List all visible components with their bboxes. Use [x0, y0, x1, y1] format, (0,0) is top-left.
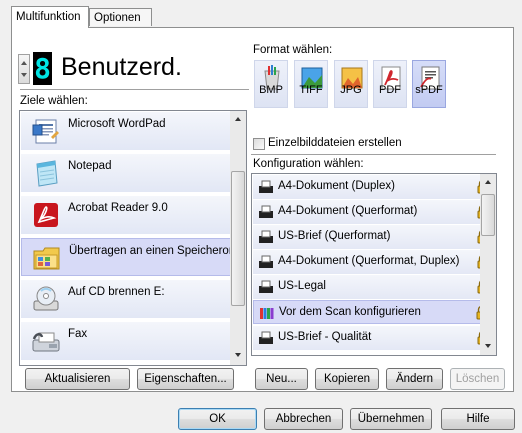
destination-label-text: Notepad	[68, 160, 112, 172]
format-label-text: TIFF	[299, 84, 323, 96]
scroll-thumb[interactable]	[231, 171, 245, 306]
destination-label-text: Auf CD brennen E:	[68, 286, 165, 298]
configuration-item[interactable]: A4-Dokument (Querformat)	[253, 200, 494, 224]
destination-label-text: Microsoft WordPad	[68, 118, 166, 130]
destination-item-selected[interactable]: Übertragen an einen Speicherort	[21, 238, 246, 276]
properties-button[interactable]: Eigenschaften...	[137, 368, 234, 390]
configuration-item-label: US-Brief - Qualität	[278, 331, 372, 343]
refresh-button[interactable]: Aktualisieren	[25, 368, 130, 390]
folder-icon	[33, 247, 60, 270]
destination-scrollbar[interactable]	[230, 111, 246, 365]
divider	[251, 154, 496, 155]
scroll-down-icon[interactable]	[235, 353, 241, 357]
scanner-icon	[259, 205, 273, 218]
copy-button[interactable]: Kopieren	[315, 368, 379, 390]
scanner-icon	[259, 180, 273, 193]
scanner-icon	[259, 280, 273, 293]
destination-label-text: Übertragen an einen Speicherort	[69, 245, 236, 257]
format-label-text: BMP	[259, 84, 283, 96]
divider	[20, 89, 249, 90]
profile-name: Benutzerd.	[61, 53, 182, 81]
new-button[interactable]: Neu...	[255, 368, 308, 390]
configuration-item-label: US-Legal	[278, 280, 326, 292]
cd-burn-icon	[33, 286, 59, 311]
destination-item[interactable]: Auf CD brennen E:	[21, 280, 246, 318]
configuration-label: Konfiguration wählen:	[253, 158, 364, 170]
configuration-item[interactable]: A4-Dokument (Querformat, Duplex)	[253, 250, 494, 274]
button-number-display: 8	[33, 52, 52, 85]
spin-down-icon[interactable]	[21, 73, 27, 77]
destination-list[interactable]: Microsoft WordPad Notepad Acrobat Reader…	[19, 110, 247, 366]
destination-label: Ziele wählen:	[20, 95, 88, 107]
single-files-checkbox[interactable]	[253, 138, 265, 150]
configuration-list[interactable]: A4-Dokument (Duplex) A4-Dokument (Querfo…	[251, 173, 497, 356]
format-label: Format wählen:	[253, 44, 333, 56]
configuration-item-selected[interactable]: Vor dem Scan konfigurieren	[253, 300, 494, 324]
scanner-icon	[259, 331, 273, 344]
configuration-item-label: Vor dem Scan konfigurieren	[279, 306, 421, 318]
tab-multifunktion[interactable]: Multifunktion	[11, 6, 89, 28]
delete-button[interactable]: Löschen	[450, 368, 505, 390]
scanner-icon	[259, 255, 273, 268]
color-settings-icon	[260, 308, 274, 319]
configuration-item-label: A4-Dokument (Querformat)	[278, 205, 418, 217]
apply-button[interactable]: Übernehmen	[350, 408, 432, 430]
configuration-item-label: US-Brief (Querformat)	[278, 230, 391, 242]
ok-button[interactable]: OK	[178, 408, 257, 430]
destination-item[interactable]: Microsoft WordPad	[21, 112, 246, 150]
profile-spinner[interactable]	[18, 54, 30, 84]
fax-icon	[32, 332, 60, 352]
configuration-item[interactable]: US-Brief - Qualität	[253, 326, 494, 350]
destination-item[interactable]: Fax	[21, 322, 246, 360]
spin-up-icon[interactable]	[21, 61, 27, 65]
destination-label-text: Fax	[68, 328, 88, 340]
notepad-icon	[36, 160, 58, 187]
format-label-text: PDF	[379, 84, 401, 96]
configuration-item-label: A4-Dokument (Querformat, Duplex)	[278, 255, 460, 267]
cancel-button[interactable]: Abbrechen	[264, 408, 343, 430]
help-button[interactable]: Hilfe	[441, 408, 515, 430]
configuration-scrollbar[interactable]	[480, 174, 496, 355]
scroll-up-icon[interactable]	[485, 180, 491, 184]
configuration-item[interactable]: A4-Dokument (Duplex)	[253, 175, 494, 199]
tab-optionen[interactable]: Optionen	[89, 8, 152, 26]
destination-item[interactable]: Acrobat Reader 9.0	[21, 196, 246, 234]
change-button[interactable]: Ändern	[386, 368, 443, 390]
format-label-text: JPG	[340, 84, 362, 96]
scroll-up-icon[interactable]	[235, 117, 241, 121]
single-files-label: Einzelbilddateien erstellen	[268, 137, 402, 149]
scroll-thumb[interactable]	[481, 194, 495, 236]
configuration-item[interactable]: US-Legal	[253, 275, 494, 299]
wordpad-icon	[32, 119, 59, 144]
format-label-text: sPDF	[415, 84, 443, 96]
destination-label-text: Acrobat Reader 9.0	[68, 202, 168, 214]
configuration-item-label: A4-Dokument (Duplex)	[278, 180, 395, 192]
configuration-item[interactable]: US-Brief (Querformat)	[253, 225, 494, 249]
scanner-icon	[259, 230, 273, 243]
destination-item[interactable]: Notepad	[21, 154, 246, 192]
acrobat-icon	[34, 203, 58, 227]
scroll-down-icon[interactable]	[485, 344, 491, 348]
